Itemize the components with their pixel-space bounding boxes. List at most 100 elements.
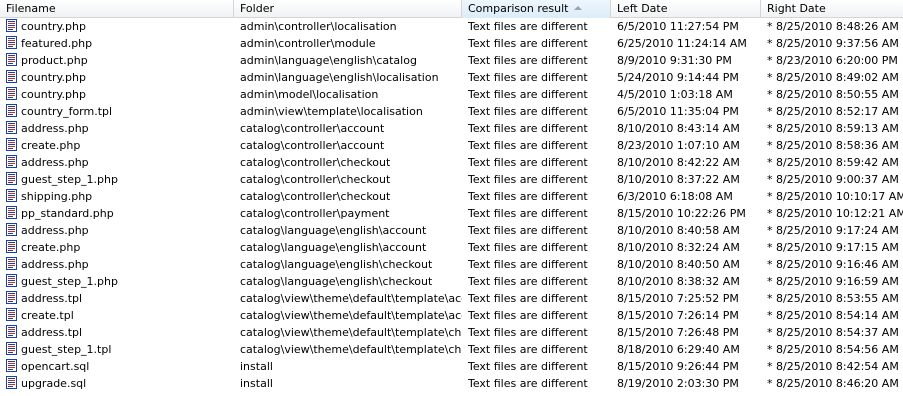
table-row[interactable]: featured.php admin\controller\module Text … — [0, 35, 903, 52]
cell-right-date: * 8/25/2010 10:10:17 AM — [767, 190, 903, 203]
filename-text: create.tpl — [21, 309, 74, 322]
column-header-folder[interactable]: Folder — [234, 0, 462, 18]
file-icon — [6, 19, 17, 32]
file-icon — [6, 70, 17, 83]
cell-filename: address.php — [0, 154, 234, 171]
cell-left-date: 8/10/2010 8:37:22 AM — [617, 173, 740, 186]
table-row[interactable]: address.tpl catalog\view\theme\default\te… — [0, 324, 903, 341]
file-icon — [6, 53, 17, 66]
table-row[interactable]: guest_step_1.php catalog\language\english… — [0, 273, 903, 290]
file-icon — [6, 308, 17, 321]
cell-right-date: * 8/25/2010 8:59:13 AM — [767, 122, 899, 135]
cell-filename: create.php — [0, 239, 234, 256]
table-row[interactable]: pp_standard.php catalog\controller\paymen… — [0, 205, 903, 222]
file-icon — [6, 155, 17, 168]
cell-folder: admin\model\localisation — [240, 88, 379, 101]
table-row[interactable]: country.php admin\model\localisation Text … — [0, 86, 903, 103]
table-row[interactable]: address.tpl catalog\view\theme\default\te… — [0, 290, 903, 307]
table-row[interactable]: country.php admin\language\english\locali… — [0, 69, 903, 86]
cell-comparison-result: Text files are different — [468, 224, 588, 237]
cell-right-date: * 8/25/2010 8:46:20 AM — [767, 377, 899, 390]
table-row[interactable]: create.tpl catalog\view\theme\default\tem… — [0, 307, 903, 324]
file-icon — [6, 291, 17, 304]
cell-right-date: * 8/25/2010 9:17:15 AM — [767, 241, 899, 254]
cell-right-date: * 8/25/2010 8:48:26 AM — [767, 20, 899, 33]
cell-right-date: * 8/25/2010 10:12:21 AM — [767, 207, 903, 220]
column-header-left-date-label: Left Date — [617, 2, 668, 15]
cell-folder: catalog\view\theme\default\template\acc.… — [240, 292, 462, 305]
cell-filename: country_form.tpl — [0, 103, 234, 120]
table-row[interactable]: create.php catalog\language\english\accou… — [0, 239, 903, 256]
cell-comparison-result: Text files are different — [468, 343, 588, 356]
filename-text: country.php — [21, 88, 86, 101]
cell-left-date: 6/3/2010 6:18:08 AM — [617, 190, 733, 203]
table-row[interactable]: address.php catalog\language\english\acco… — [0, 222, 903, 239]
cell-folder: admin\language\english\catalog — [240, 54, 417, 67]
cell-left-date: 8/15/2010 10:22:26 PM — [617, 207, 746, 220]
cell-folder: admin\controller\localisation — [240, 20, 397, 33]
cell-filename: guest_step_1.php — [0, 273, 234, 290]
cell-left-date: 8/10/2010 8:32:24 AM — [617, 241, 740, 254]
table-row[interactable]: product.php admin\language\english\catalo… — [0, 52, 903, 69]
filename-text: guest_step_1.php — [21, 173, 118, 186]
cell-left-date: 6/5/2010 11:27:54 PM — [617, 20, 739, 33]
table-row[interactable]: address.php catalog\controller\checkout Te… — [0, 154, 903, 171]
column-header-left-date[interactable]: Left Date — [611, 0, 761, 18]
table-row[interactable]: shipping.php catalog\controller\checkout T… — [0, 188, 903, 205]
cell-folder: install — [240, 360, 273, 373]
cell-comparison-result: Text files are different — [468, 54, 588, 67]
column-header-comparison-result[interactable]: Comparison result — [462, 0, 611, 18]
file-icon — [6, 325, 17, 338]
filename-text: guest_step_1.tpl — [21, 343, 112, 356]
cell-left-date: 8/10/2010 8:38:32 AM — [617, 275, 740, 288]
table-row[interactable]: country.php admin\controller\localisation… — [0, 18, 903, 35]
cell-filename: country.php — [0, 18, 234, 35]
file-icon — [6, 172, 17, 185]
cell-left-date: 8/9/2010 9:31:30 PM — [617, 54, 732, 67]
cell-filename: guest_step_1.tpl — [0, 341, 234, 358]
cell-right-date: * 8/25/2010 8:42:54 AM — [767, 360, 899, 373]
table-row[interactable]: guest_step_1.tpl catalog\view\theme\defau… — [0, 341, 903, 358]
filename-text: address.php — [21, 224, 89, 237]
table-row[interactable]: upgrade.sql install Text files are differe… — [0, 375, 903, 392]
cell-folder: catalog\language\english\checkout — [240, 258, 433, 271]
column-header-filename[interactable]: Filename — [0, 0, 234, 18]
column-header-right-date[interactable]: Right Date — [761, 0, 903, 18]
filename-text: address.php — [21, 258, 89, 271]
table-row[interactable]: opencart.sql install Text files are differ… — [0, 358, 903, 375]
cell-folder: catalog\view\theme\default\template\che.… — [240, 343, 462, 356]
cell-folder: catalog\controller\account — [240, 139, 385, 152]
cell-filename: address.php — [0, 256, 234, 273]
cell-left-date: 4/5/2010 1:03:18 AM — [617, 88, 733, 101]
cell-comparison-result: Text files are different — [468, 20, 588, 33]
cell-folder: catalog\view\theme\default\template\che.… — [240, 326, 462, 339]
cell-filename: address.php — [0, 222, 234, 239]
table-row[interactable]: guest_step_1.php catalog\controller\check… — [0, 171, 903, 188]
cell-folder: catalog\controller\checkout — [240, 173, 391, 186]
file-icon — [6, 223, 17, 236]
cell-right-date: * 8/25/2010 9:16:46 AM — [767, 258, 899, 271]
cell-comparison-result: Text files are different — [468, 292, 588, 305]
table-row[interactable]: country_form.tpl admin\view\template\loca… — [0, 103, 903, 120]
sort-ascending-icon — [574, 6, 583, 10]
cell-comparison-result: Text files are different — [468, 122, 588, 135]
cell-folder: catalog\view\theme\default\template\acc.… — [240, 309, 462, 322]
column-header-comparison-label: Comparison result — [468, 2, 569, 15]
cell-filename: featured.php — [0, 35, 234, 52]
cell-filename: product.php — [0, 52, 234, 69]
cell-right-date: * 8/25/2010 8:59:42 AM — [767, 156, 899, 169]
cell-folder: catalog\language\english\account — [240, 224, 427, 237]
cell-comparison-result: Text files are different — [468, 309, 588, 322]
cell-comparison-result: Text files are different — [468, 156, 588, 169]
table-row[interactable]: address.php catalog\language\english\chec… — [0, 256, 903, 273]
table-row[interactable]: address.php catalog\controller\account Tex… — [0, 120, 903, 137]
filename-text: country.php — [21, 71, 86, 84]
cell-right-date: * 8/25/2010 8:54:14 AM — [767, 309, 899, 322]
cell-filename: upgrade.sql — [0, 375, 234, 392]
cell-left-date: 8/19/2010 2:03:30 PM — [617, 377, 739, 390]
table-row[interactable]: create.php catalog\controller\account Text… — [0, 137, 903, 154]
filename-text: address.php — [21, 122, 89, 135]
cell-filename: address.php — [0, 120, 234, 137]
column-header-bar: Filename Folder Comparison result Left D… — [0, 0, 903, 18]
filename-text: address.php — [21, 156, 89, 169]
